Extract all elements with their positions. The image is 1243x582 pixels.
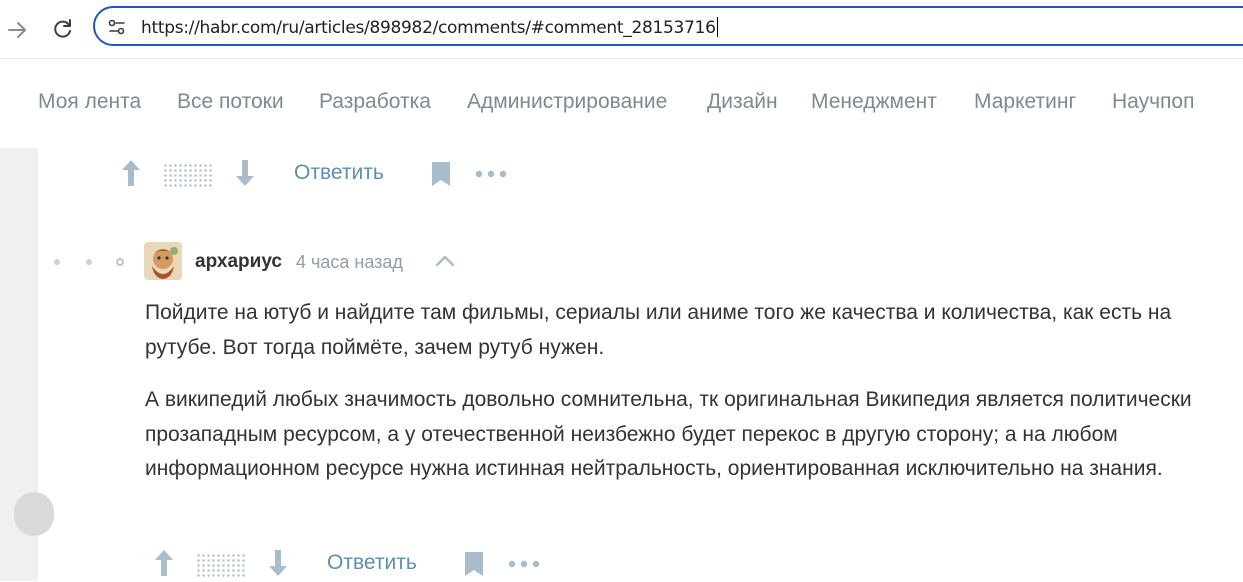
url-text[interactable]: https://habr.com/ru/articles/898982/comm… — [141, 17, 718, 38]
nav-item-all-streams[interactable]: Все потоки — [177, 90, 284, 114]
comments-card: Ответить архариус 4 часа назад Пойдите н… — [14, 148, 1243, 582]
nav-item-design[interactable]: Дизайн — [707, 90, 778, 114]
nav-item-my-feed[interactable]: Моя лента — [38, 90, 141, 114]
vote-up-icon[interactable] — [153, 548, 175, 578]
nav-item-popular-science[interactable]: Научпоп — [1112, 90, 1194, 114]
comment-paragraph: Пойдите на ютуб и найдите там фильмы, се… — [145, 301, 1172, 359]
vote-down-icon[interactable] — [267, 548, 289, 578]
avatar[interactable] — [144, 242, 182, 280]
habr-top-nav: Моя лента Все потоки Разработка Админист… — [0, 58, 1243, 149]
reply-link[interactable]: Ответить — [327, 551, 417, 575]
rating-hidden — [196, 553, 246, 579]
comment-actions: Ответить — [153, 548, 553, 582]
comment-time[interactable]: 4 часа назад — [296, 252, 403, 273]
vote-down-icon[interactable] — [234, 158, 256, 188]
nav-item-administration[interactable]: Администрирование — [467, 90, 667, 114]
address-bar[interactable]: https://habr.com/ru/articles/898982/comm… — [93, 6, 1243, 46]
text-caret — [716, 17, 718, 37]
nav-item-management[interactable]: Менеджмент — [811, 90, 937, 114]
site-settings-icon[interactable] — [107, 17, 127, 37]
thread-dot-current — [116, 258, 124, 266]
more-options-icon[interactable] — [508, 558, 540, 570]
side-scroll-handle[interactable] — [14, 492, 54, 536]
comment-paragraph: А википедий любых значимость довольно со… — [145, 388, 1192, 480]
page-content: Ответить архариус 4 часа назад Пойдите н… — [0, 148, 1243, 581]
thread-dot — [54, 259, 60, 265]
reload-icon[interactable] — [50, 16, 76, 42]
prev-comment-actions: Ответить — [120, 158, 520, 192]
comment-author[interactable]: архариус — [195, 251, 282, 273]
more-options-icon[interactable] — [475, 168, 507, 180]
rating-hidden — [163, 163, 213, 189]
vote-up-icon[interactable] — [120, 158, 142, 188]
thread-dot — [86, 259, 92, 265]
bookmark-icon[interactable] — [430, 161, 452, 187]
forward-arrow-icon[interactable] — [4, 17, 30, 43]
bookmark-icon[interactable] — [463, 551, 485, 577]
chevron-up-icon[interactable] — [434, 252, 456, 270]
nav-item-development[interactable]: Разработка — [319, 90, 431, 114]
nav-item-marketing[interactable]: Маркетинг — [974, 90, 1076, 114]
browser-toolbar: https://habr.com/ru/articles/898982/comm… — [0, 0, 1243, 58]
reply-link[interactable]: Ответить — [294, 161, 384, 185]
